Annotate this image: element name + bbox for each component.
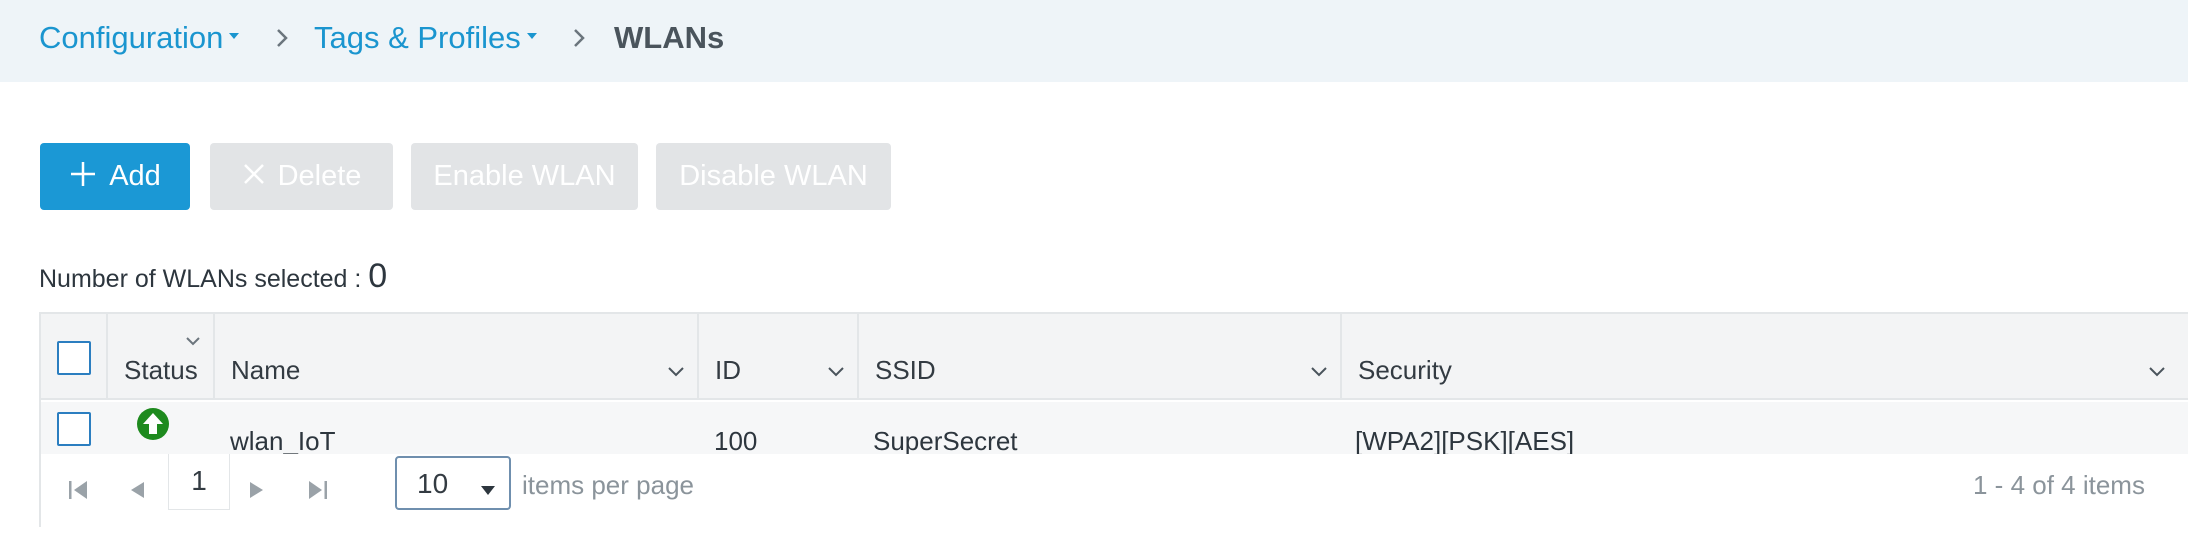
header-name-label: Name [231,355,301,385]
select-all-checkbox[interactable] [57,341,91,375]
breadcrumb-wlans: WLANs [614,20,725,55]
header-ssid[interactable]: SSID [859,314,1342,400]
enable-wlan-button[interactable]: Enable WLAN [411,143,638,210]
caret-down-icon[interactable] [526,32,537,39]
sort-chevron-icon[interactable] [2148,366,2166,378]
row-security: [WPA2][PSK][AES] [1355,426,1575,456]
pagination-summary: 1 - 4 of 4 items [1973,470,2145,500]
caret-down-icon [481,486,495,495]
row-ssid: SuperSecret [873,426,1018,456]
row-name: wlan_IoT [230,426,336,456]
first-page-icon[interactable] [66,478,90,502]
selection-count-value: 0 [368,257,388,295]
header-security-label: Security [1358,355,1452,385]
add-button[interactable]: Add [40,143,190,210]
next-page-icon[interactable] [245,478,269,502]
breadcrumb: Configuration Tags & Profiles WLANs [0,0,2188,82]
delete-button-label: Delete [277,160,362,192]
breadcrumb-configuration-label[interactable]: Configuration [39,20,223,55]
add-button-label: Add [109,160,161,192]
delete-button[interactable]: Delete [210,143,393,210]
plus-icon [71,162,96,187]
sort-chevron-icon[interactable] [1310,366,1328,378]
header-id-label: ID [715,355,741,385]
prev-page-icon[interactable] [125,478,149,502]
status-up-icon [137,408,169,440]
page-size-value: 10 [417,468,449,499]
header-status-label: Status [124,355,198,385]
chevron-right-icon [277,29,288,47]
row-id: 100 [714,426,758,456]
chevron-right-icon [574,29,585,47]
last-page-icon[interactable] [306,478,330,502]
table-header: Status Name ID SSID Security [41,314,2188,400]
current-page[interactable]: 1 [168,454,230,510]
header-name[interactable]: Name [215,314,699,400]
sort-chevron-icon[interactable] [667,366,685,378]
breadcrumb-tags-profiles-label[interactable]: Tags & Profiles [314,20,521,55]
page-size-select[interactable]: 10 [395,456,511,510]
sort-chevron-icon[interactable] [185,336,201,346]
header-select-cell [41,314,108,400]
breadcrumb-tags-profiles[interactable]: Tags & Profiles [314,18,537,58]
items-per-page-label: items per page [522,470,694,500]
header-status[interactable]: Status [108,314,215,400]
selection-count: Number of WLANs selected : 0 [39,258,387,297]
close-icon [243,164,264,185]
pagination: 1 10 items per page 1 - 4 of 4 items [41,454,2188,527]
caret-down-icon[interactable] [229,32,240,39]
row-select-checkbox[interactable] [57,412,91,446]
sort-chevron-icon[interactable] [827,366,845,378]
header-ssid-label: SSID [875,355,936,385]
breadcrumb-configuration[interactable]: Configuration [39,18,240,58]
header-id[interactable]: ID [699,314,859,400]
wlan-table: Status Name ID SSID Security wlan_IoT 10… [39,312,2188,527]
disable-wlan-button[interactable]: Disable WLAN [656,143,891,210]
selection-count-label: Number of WLANs selected : [39,265,369,293]
header-security[interactable]: Security [1342,314,2178,400]
